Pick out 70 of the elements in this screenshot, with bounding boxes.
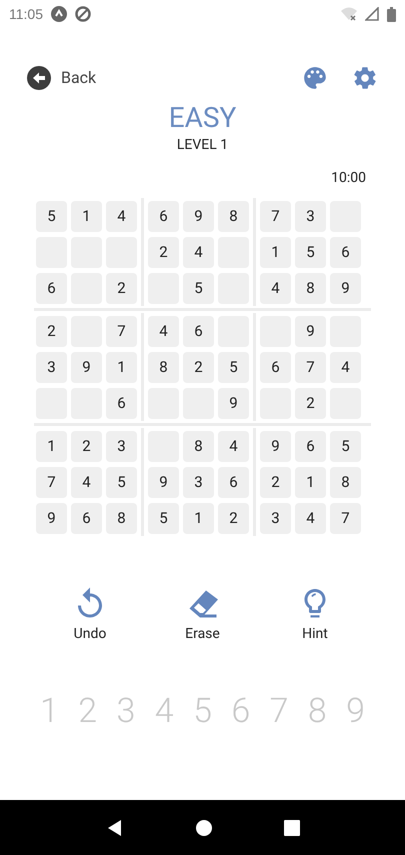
board-cell[interactable]: 1 xyxy=(183,502,214,534)
board-cell[interactable]: 4 xyxy=(260,272,291,304)
board-cell[interactable]: 7 xyxy=(295,352,326,382)
undo-button[interactable]: Undo xyxy=(58,586,122,645)
board-cell[interactable]: 7 xyxy=(330,502,361,534)
board-cell[interactable]: 1 xyxy=(106,352,137,382)
timer: 10:00 xyxy=(331,169,366,188)
board-cell[interactable]: 2 xyxy=(36,316,67,346)
board-cell[interactable]: 2 xyxy=(71,430,102,462)
board-cell[interactable]: 9 xyxy=(36,502,67,534)
board-cell[interactable]: 1 xyxy=(36,430,67,462)
board-cell[interactable]: 8 xyxy=(330,466,361,498)
board-cell[interactable]: 4 xyxy=(106,200,137,232)
board-cell[interactable]: 6 xyxy=(330,236,361,268)
board-cell[interactable]: 9 xyxy=(148,466,179,498)
board-cell[interactable]: 2 xyxy=(260,466,291,498)
board-cell[interactable]: 9 xyxy=(183,200,214,232)
difficulty-title: EASY xyxy=(168,100,236,136)
board-cell[interactable]: 1 xyxy=(260,236,291,268)
board-cell[interactable]: 4 xyxy=(148,316,179,346)
board-cell[interactable]: 5 xyxy=(330,430,361,462)
board-cell[interactable]: 9 xyxy=(295,316,326,346)
board-cell[interactable]: 5 xyxy=(36,200,67,232)
board-cell[interactable]: 4 xyxy=(330,352,361,382)
board-cell[interactable]: 5 xyxy=(218,352,249,382)
board-cell[interactable]: 8 xyxy=(183,430,214,462)
board-cell[interactable]: 2 xyxy=(295,388,326,418)
back-button[interactable]: Back xyxy=(27,66,96,90)
board-cell[interactable]: 6 xyxy=(218,466,249,498)
board-cell[interactable]: 2 xyxy=(218,502,249,534)
board-cell[interactable]: 2 xyxy=(183,352,214,382)
erase-button[interactable]: Erase xyxy=(170,586,234,645)
board-cell[interactable]: 7 xyxy=(260,200,291,232)
board-cell[interactable]: 7 xyxy=(106,316,137,346)
board-cell[interactable]: 5 xyxy=(295,236,326,268)
board-cell[interactable]: 2 xyxy=(148,236,179,268)
board-cell[interactable]: 9 xyxy=(71,352,102,382)
level-label: LEVEL 1 xyxy=(176,136,228,154)
board-cell[interactable]: 5 xyxy=(148,502,179,534)
board-cell[interactable]: 4 xyxy=(295,502,326,534)
board-cell[interactable]: 2 xyxy=(106,272,137,304)
board-cell[interactable]: 6 xyxy=(106,388,137,418)
board-cell[interactable]: 6 xyxy=(260,352,291,382)
board-cell[interactable]: 3 xyxy=(106,430,137,462)
board-cell[interactable]: 9 xyxy=(330,272,361,304)
board-cell[interactable]: 6 xyxy=(36,272,67,304)
board-cell[interactable]: 9 xyxy=(218,388,249,418)
board-cell[interactable]: 4 xyxy=(183,236,214,268)
board-cell[interactable]: 5 xyxy=(106,466,137,498)
board-cell[interactable]: 6 xyxy=(148,200,179,232)
board-cell[interactable]: 8 xyxy=(218,200,249,232)
hint-button[interactable]: Hint xyxy=(283,586,347,645)
board-cell[interactable]: 3 xyxy=(36,352,67,382)
board-cell[interactable]: 4 xyxy=(71,466,102,498)
board-cell[interactable]: 6 xyxy=(71,502,102,534)
board-cell[interactable]: 5 xyxy=(183,272,214,304)
board-cell[interactable]: 8 xyxy=(295,272,326,304)
board-cell[interactable]: 4 xyxy=(218,430,249,462)
status-time: 11:05 xyxy=(9,4,43,24)
board-cell[interactable]: 3 xyxy=(295,200,326,232)
board-cell[interactable]: 1 xyxy=(71,200,102,232)
board-cell[interactable]: 9 xyxy=(260,430,291,462)
board-cell[interactable]: 8 xyxy=(148,352,179,382)
board-cell[interactable]: 7 xyxy=(36,466,67,498)
board-cell[interactable]: 6 xyxy=(295,430,326,462)
board-cell[interactable]: 3 xyxy=(260,502,291,534)
board-cell[interactable]: 1 xyxy=(295,466,326,498)
board-cell[interactable]: 6 xyxy=(183,316,214,346)
board-cell[interactable]: 8 xyxy=(106,502,137,534)
board-cell[interactable]: 3 xyxy=(183,466,214,498)
